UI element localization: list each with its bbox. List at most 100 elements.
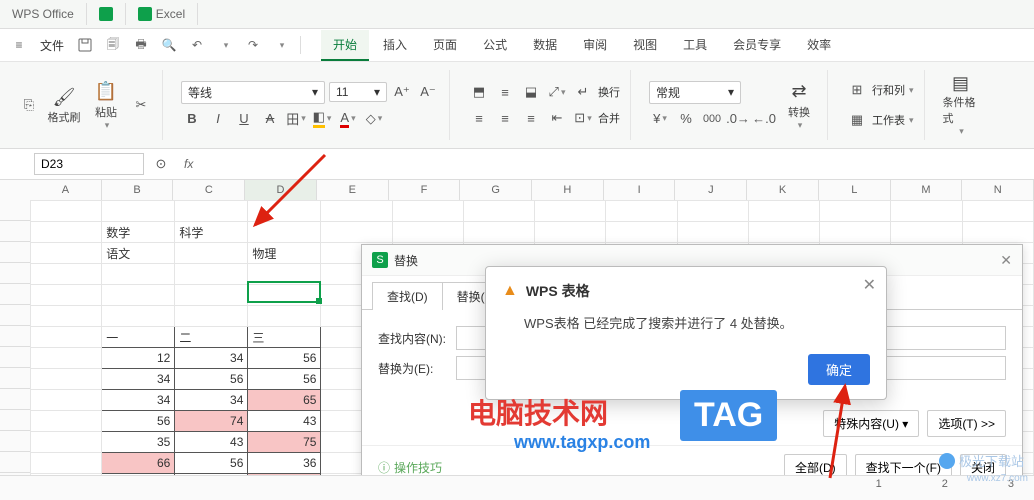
cond-format-button[interactable]: ▤条件格式 xyxy=(943,75,979,135)
file-menu[interactable]: 文件 xyxy=(40,37,64,54)
bold-button[interactable]: B xyxy=(181,108,203,130)
redo-dropdown[interactable] xyxy=(270,34,292,56)
col-K[interactable]: K xyxy=(747,180,819,200)
tab-insert[interactable]: 插入 xyxy=(371,30,419,61)
strike-button[interactable]: A xyxy=(259,108,281,130)
italic-button[interactable]: I xyxy=(207,108,229,130)
tab-label: Excel xyxy=(156,7,185,21)
col-G[interactable]: G xyxy=(460,180,532,200)
col-I[interactable]: I xyxy=(604,180,676,200)
cut-icon[interactable]: ✂ xyxy=(130,94,152,116)
redo-icon[interactable]: ↷ xyxy=(242,34,264,56)
font-size-select[interactable]: 11▾ xyxy=(329,82,387,102)
number-format-select[interactable]: 常规▾ xyxy=(649,81,741,104)
tab-start[interactable]: 开始 xyxy=(321,30,369,61)
worksheet-button[interactable]: ▦工作表▾ xyxy=(846,109,914,131)
tab-view[interactable]: 视图 xyxy=(621,30,669,61)
tab-tools[interactable]: 工具 xyxy=(671,30,719,61)
row-hdr[interactable] xyxy=(0,326,30,347)
fill-color-button[interactable]: ◧ xyxy=(311,108,333,130)
percent-icon[interactable]: % xyxy=(675,108,697,130)
col-L[interactable]: L xyxy=(819,180,891,200)
ok-button[interactable]: 确定 xyxy=(808,354,870,385)
dec-decimal-icon[interactable]: ←.0 xyxy=(753,108,775,130)
options-button[interactable]: 选项(T) >> xyxy=(927,410,1006,437)
row-hdr[interactable] xyxy=(0,284,30,305)
underline-button[interactable]: U xyxy=(233,108,255,130)
col-J[interactable]: J xyxy=(675,180,747,200)
close-icon[interactable]: ✕ xyxy=(1000,252,1012,269)
tab-formula[interactable]: 公式 xyxy=(471,30,519,61)
align-middle-icon[interactable]: ≡ xyxy=(494,81,516,103)
col-E[interactable]: E xyxy=(317,180,389,200)
app-tab-doc[interactable] xyxy=(87,3,126,25)
comma-icon[interactable]: 000 xyxy=(701,108,723,130)
undo-dropdown[interactable] xyxy=(214,34,236,56)
clear-format-button[interactable]: ◇ xyxy=(363,108,385,130)
special-button[interactable]: 特殊内容(U) ▾ xyxy=(823,410,919,437)
row-hdr[interactable] xyxy=(0,200,30,221)
tab-data[interactable]: 数据 xyxy=(521,30,569,61)
align-right-icon[interactable]: ≡ xyxy=(520,107,542,129)
row-hdr[interactable] xyxy=(0,221,30,242)
fx-icon[interactable]: fx xyxy=(184,157,193,171)
merge-button[interactable]: ⊡ xyxy=(572,107,594,129)
col-C[interactable]: C xyxy=(173,180,245,200)
orientation-icon[interactable]: ⤢ xyxy=(546,81,568,103)
tab-page[interactable]: 页面 xyxy=(421,30,469,61)
col-F[interactable]: F xyxy=(389,180,461,200)
app-tab-wps[interactable]: WPS Office xyxy=(0,3,87,25)
copy-icon[interactable]: ⎘ xyxy=(18,94,40,116)
border-button[interactable]: 田 xyxy=(285,108,307,130)
save-icon[interactable] xyxy=(74,34,96,56)
tab-efficiency[interactable]: 效率 xyxy=(795,30,843,61)
tab-find[interactable]: 查找(D) xyxy=(372,282,442,310)
rowcol-button[interactable]: ⊞行和列▾ xyxy=(846,79,914,101)
formula-input[interactable] xyxy=(199,154,1026,174)
font-select[interactable]: 等线▾ xyxy=(181,81,325,104)
col-A[interactable]: A xyxy=(30,180,102,200)
col-M[interactable]: M xyxy=(891,180,963,200)
grow-font-icon[interactable]: A⁺ xyxy=(391,81,413,103)
wrap-button[interactable]: ↵ xyxy=(572,81,594,103)
row-hdr[interactable] xyxy=(0,389,30,410)
row-hdr[interactable] xyxy=(0,410,30,431)
tab-review[interactable]: 审阅 xyxy=(571,30,619,61)
cell: 75 xyxy=(248,432,321,453)
app-tab-xlsx[interactable]: Excel xyxy=(126,3,198,25)
row-hdr[interactable] xyxy=(0,305,30,326)
align-top-icon[interactable]: ⬒ xyxy=(468,81,490,103)
col-N[interactable]: N xyxy=(962,180,1034,200)
cancel-formula-icon[interactable]: ⊙ xyxy=(150,153,172,175)
close-icon[interactable]: ✕ xyxy=(863,275,876,295)
tab-vip[interactable]: 会员专享 xyxy=(721,30,793,61)
format-painter-button[interactable]: 🖌格式刷 xyxy=(46,75,82,135)
row-hdr[interactable] xyxy=(0,242,30,263)
row-hdr[interactable] xyxy=(0,263,30,284)
name-box[interactable] xyxy=(34,153,144,175)
col-D[interactable]: D xyxy=(245,180,317,200)
currency-icon[interactable]: ¥ xyxy=(649,108,671,130)
undo-icon[interactable]: ↶ xyxy=(186,34,208,56)
row-hdr[interactable] xyxy=(0,368,30,389)
shrink-font-icon[interactable]: A⁻ xyxy=(417,81,439,103)
col-H[interactable]: H xyxy=(532,180,604,200)
col-B[interactable]: B xyxy=(102,180,174,200)
row-hdr[interactable] xyxy=(0,431,30,452)
font-color-button[interactable]: A xyxy=(337,108,359,130)
row-hdr[interactable] xyxy=(0,347,30,368)
convert-button[interactable]: ⇄转换 xyxy=(781,75,817,135)
print-icon[interactable]: 🖶 xyxy=(130,34,152,56)
align-center-icon[interactable]: ≡ xyxy=(494,107,516,129)
cell: 数学 xyxy=(102,222,175,243)
saveas-icon[interactable]: 🗐 xyxy=(102,34,124,56)
titlebar: WPS Office Excel xyxy=(0,0,1034,29)
row-hdr[interactable] xyxy=(0,452,30,473)
align-left-icon[interactable]: ≡ xyxy=(468,107,490,129)
indent-dec-icon[interactable]: ⇤ xyxy=(546,107,568,129)
paste-button[interactable]: 📋粘贴 xyxy=(88,75,124,135)
menu-icon[interactable]: ≡ xyxy=(8,34,30,56)
align-bottom-icon[interactable]: ⬓ xyxy=(520,81,542,103)
preview-icon[interactable]: 🔍 xyxy=(158,34,180,56)
inc-decimal-icon[interactable]: .0→ xyxy=(727,108,749,130)
